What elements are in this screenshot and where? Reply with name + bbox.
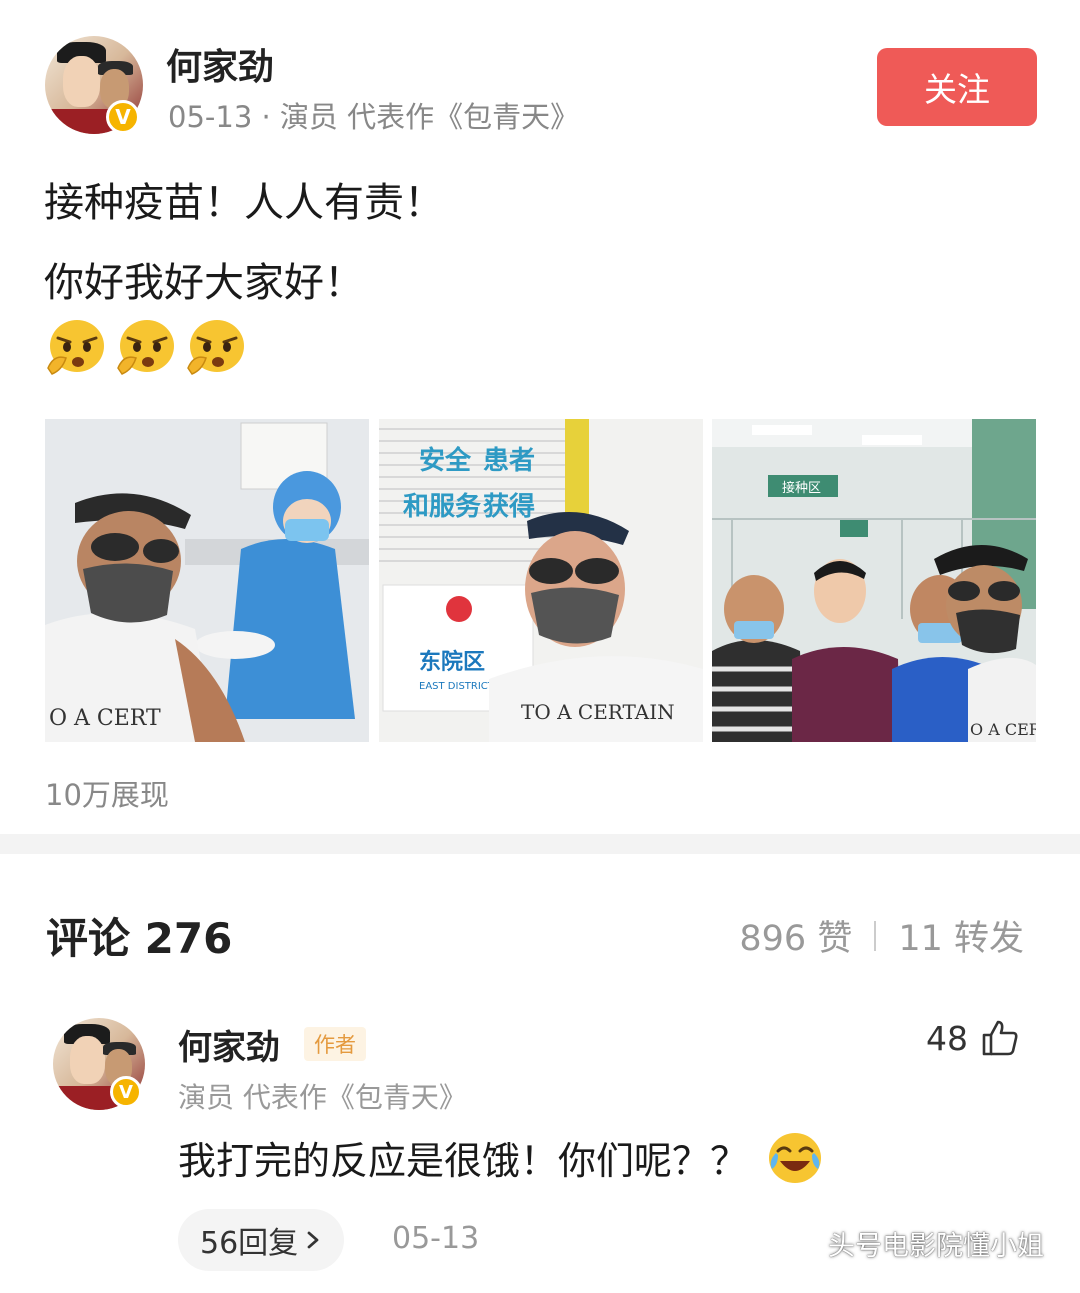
author-name[interactable]: 何家劲 [166, 38, 274, 90]
post-text-line-1: 接种疫苗！人人有责！ [44, 180, 444, 226]
impressions-count: 10万展现 [45, 778, 169, 812]
likes-count[interactable]: 896 赞 [739, 910, 852, 961]
post-photo-3[interactable]: 接种区 O A CER [712, 419, 1036, 742]
east-district-sign: EAST DISTRICT [419, 681, 495, 692]
comment-body: 我打完的反应是很饿！你们呢？？ [178, 1139, 749, 1183]
verified-badge-icon: V [110, 1076, 142, 1108]
comment-author-name[interactable]: 何家劲 [178, 1020, 280, 1069]
watermark-text: 头号电影院懂小姐 [828, 1231, 1044, 1262]
likes-reposts-summary: 896 赞 11 转发 [739, 910, 1024, 961]
reply-count-label: 56回复 [200, 1226, 299, 1261]
wechat-icon [780, 1228, 819, 1258]
angry-thinking-face-emoji-icon [187, 320, 244, 375]
group-photo-illustration: 接种区 O A CER [712, 419, 1036, 742]
shirt-text: O A CERTA [970, 720, 1036, 739]
post-text-line-2: 你好我好大家好！ [44, 260, 364, 306]
post-meta: 05-13 · 演员 代表作《包青天》 [168, 100, 580, 134]
reposts-count[interactable]: 11 转发 [898, 910, 1024, 961]
hospital-sign-text-3: 患者 [483, 446, 535, 476]
comment-date: 05-13 [392, 1221, 480, 1256]
comment-author-meta: 演员 代表作《包青天》 [178, 1081, 467, 1114]
hospital-sign-text-4: 获得 [483, 492, 535, 522]
emoji-row [44, 318, 246, 376]
comment-like-button[interactable]: 48 [926, 1018, 1020, 1058]
east-campus-sign: 东院区 [419, 649, 485, 675]
comment-like-count: 48 [926, 1018, 968, 1058]
chevron-right-icon [307, 1231, 319, 1249]
vaccination-photo-illustration: O A CERT [45, 419, 369, 742]
vaccination-area-sign: 接种区 [782, 480, 821, 496]
hospital-selfie-illustration: 安全 和服务 患者 获得 东院区 EAST DISTRICT TO A CERT… [379, 419, 703, 742]
watermark: 头号电影院懂小姐 [780, 1224, 1044, 1263]
shirt-text: TO A CERTAIN [521, 700, 675, 724]
summary-separator [874, 920, 877, 951]
follow-button[interactable]: 关注 [877, 48, 1037, 126]
angry-thinking-face-emoji-icon [47, 320, 104, 375]
post-photo-1[interactable]: O A CERT [45, 419, 369, 742]
angry-thinking-face-emoji-icon [117, 320, 174, 375]
verified-badge-icon: V [106, 100, 140, 134]
comment-text: 我打完的反应是很饿！你们呢？？ [178, 1130, 824, 1185]
hospital-sign-text-1: 安全 [419, 445, 472, 476]
comments-title[interactable]: 评论 276 [46, 905, 232, 966]
laughing-crying-emoji-icon [769, 1132, 822, 1183]
shirt-text: O A CERT [49, 706, 161, 731]
author-tag-badge: 作者 [304, 1027, 366, 1061]
section-divider [0, 834, 1080, 854]
post-page: V 何家劲 05-13 · 演员 代表作《包青天》 关注 接种疫苗！人人有责！ … [0, 0, 1080, 1293]
post-photo-2[interactable]: 安全 和服务 患者 获得 东院区 EAST DISTRICT TO A CERT… [379, 419, 703, 742]
hospital-sign-text-2: 和服务 [403, 492, 481, 522]
view-replies-button[interactable]: 56回复 [178, 1209, 345, 1271]
thumbs-up-icon [982, 1020, 1018, 1056]
